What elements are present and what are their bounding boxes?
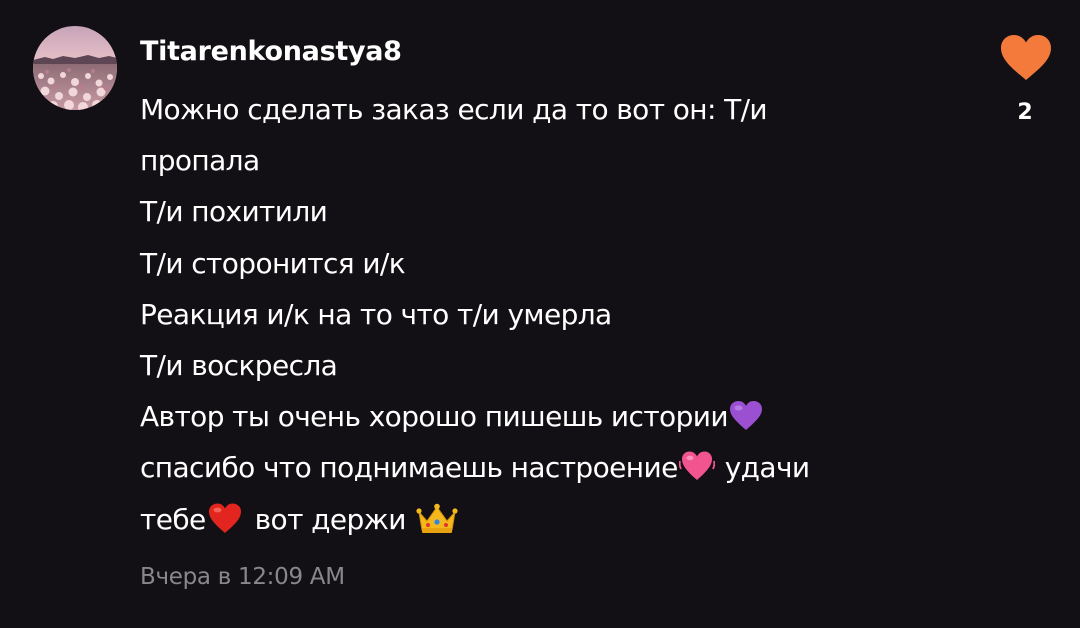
comment-text: Можно сделать заказ если да то вот он: Т… bbox=[140, 84, 970, 545]
like-count: 2 bbox=[1017, 100, 1033, 125]
comment-line: Можно сделать заказ если да то вот он: Т… bbox=[140, 93, 768, 126]
comment-line: Т/и сторонится и/к bbox=[140, 246, 406, 280]
username[interactable]: Titarenkonastya8 bbox=[140, 28, 402, 76]
purple-heart-emoji bbox=[729, 397, 763, 448]
comment-line: вот держи bbox=[254, 502, 407, 536]
comment-line: Т/и воскресла bbox=[140, 348, 338, 382]
comment-line: спасибо что поднимаешь настроение bbox=[140, 451, 678, 485]
avatar[interactable] bbox=[33, 26, 117, 110]
beating-heart-emoji bbox=[678, 448, 715, 499]
comment-line: Т/и похитили bbox=[140, 195, 328, 229]
red-heart-emoji bbox=[207, 500, 243, 551]
heart-icon bbox=[1001, 35, 1051, 80]
crown-emoji bbox=[416, 500, 458, 551]
timestamp: Вчера в 12:09 AM bbox=[140, 564, 345, 590]
comment-line-wrap: Автор ты очень хорошо пишешь истории bbox=[140, 391, 970, 442]
comment-line: Реакция и/к на то что т/и умерла bbox=[140, 297, 612, 331]
comment-item: Titarenkonastya8 Можно сделать заказ есл… bbox=[0, 0, 1080, 628]
comment-line: удачи bbox=[724, 451, 810, 485]
comment-line-wrap: тебе вот держи bbox=[140, 494, 970, 545]
comment-line: пропала bbox=[140, 144, 260, 178]
like-button[interactable] bbox=[998, 32, 1054, 84]
comment-line-wrap: спасибо что поднимаешь настроение удачи bbox=[140, 442, 970, 493]
comment-line: тебе bbox=[140, 502, 206, 536]
comment-line: Автор ты очень хорошо пишешь истории bbox=[140, 400, 729, 434]
